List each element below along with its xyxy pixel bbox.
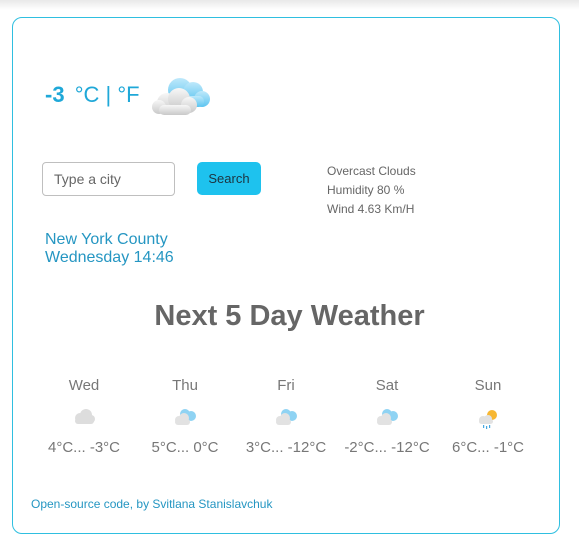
city-name: New York County: [45, 231, 168, 248]
forecast-day-name: Sun: [474, 377, 502, 394]
local-datetime: Wednesday 14:46: [45, 249, 174, 266]
humidity-text: Humidity 80 %: [327, 183, 405, 197]
forecast-day-name: Fri: [277, 377, 295, 394]
cloudy-icon: [140, 408, 230, 434]
top-shadow: [0, 0, 579, 10]
forecast-day-name: Sat: [375, 377, 399, 394]
forecast-day-temps: 4°C... -3°C: [47, 439, 120, 456]
forecast-day-name: Thu: [172, 377, 198, 394]
forecast-day: Sat -2°C... -12°C: [342, 377, 432, 456]
forecast-day-temps: 6°C... -1°C: [451, 439, 524, 456]
search-button[interactable]: Search: [197, 162, 261, 195]
cloudy-icon: [150, 72, 212, 121]
location-info: New York County Wednesday 14:46: [45, 231, 174, 267]
cloudy-icon: [342, 408, 432, 434]
sun-cloud-rain-icon: [443, 408, 533, 434]
weather-details: Overcast Clouds Humidity 80 % Wind 4.63 …: [327, 162, 416, 219]
forecast-day-temps: 5°C... 0°C: [151, 439, 219, 456]
wind-text: Wind 4.63 Km/H: [327, 202, 415, 216]
forecast-day: Sun 6°C... -1°C: [443, 377, 533, 456]
current-temperature: -3 °C | °F: [45, 80, 140, 110]
forecast-day: Thu 5°C... 0°C: [140, 377, 230, 456]
cloudy-icon: [241, 408, 331, 434]
weather-description: Overcast Clouds: [327, 164, 416, 178]
forecast-title: Next 5 Day Weather: [154, 300, 425, 332]
source-code-link[interactable]: Open-source code, by Svitlana Stanislavc…: [31, 497, 272, 511]
city-search-input[interactable]: [42, 162, 175, 196]
forecast-day-name: Wed: [68, 377, 100, 394]
forecast-day: Fri 3°C... -12°C: [241, 377, 331, 456]
temperature-units[interactable]: °C | °F: [75, 82, 140, 107]
cloud-icon: [39, 408, 129, 434]
temperature-value: -3: [45, 82, 65, 107]
forecast-day-temps: 3°C... -12°C: [245, 439, 327, 456]
forecast-day-temps: -2°C... -12°C: [344, 439, 430, 456]
forecast-day: Wed 4°C... -3°C: [39, 377, 129, 456]
